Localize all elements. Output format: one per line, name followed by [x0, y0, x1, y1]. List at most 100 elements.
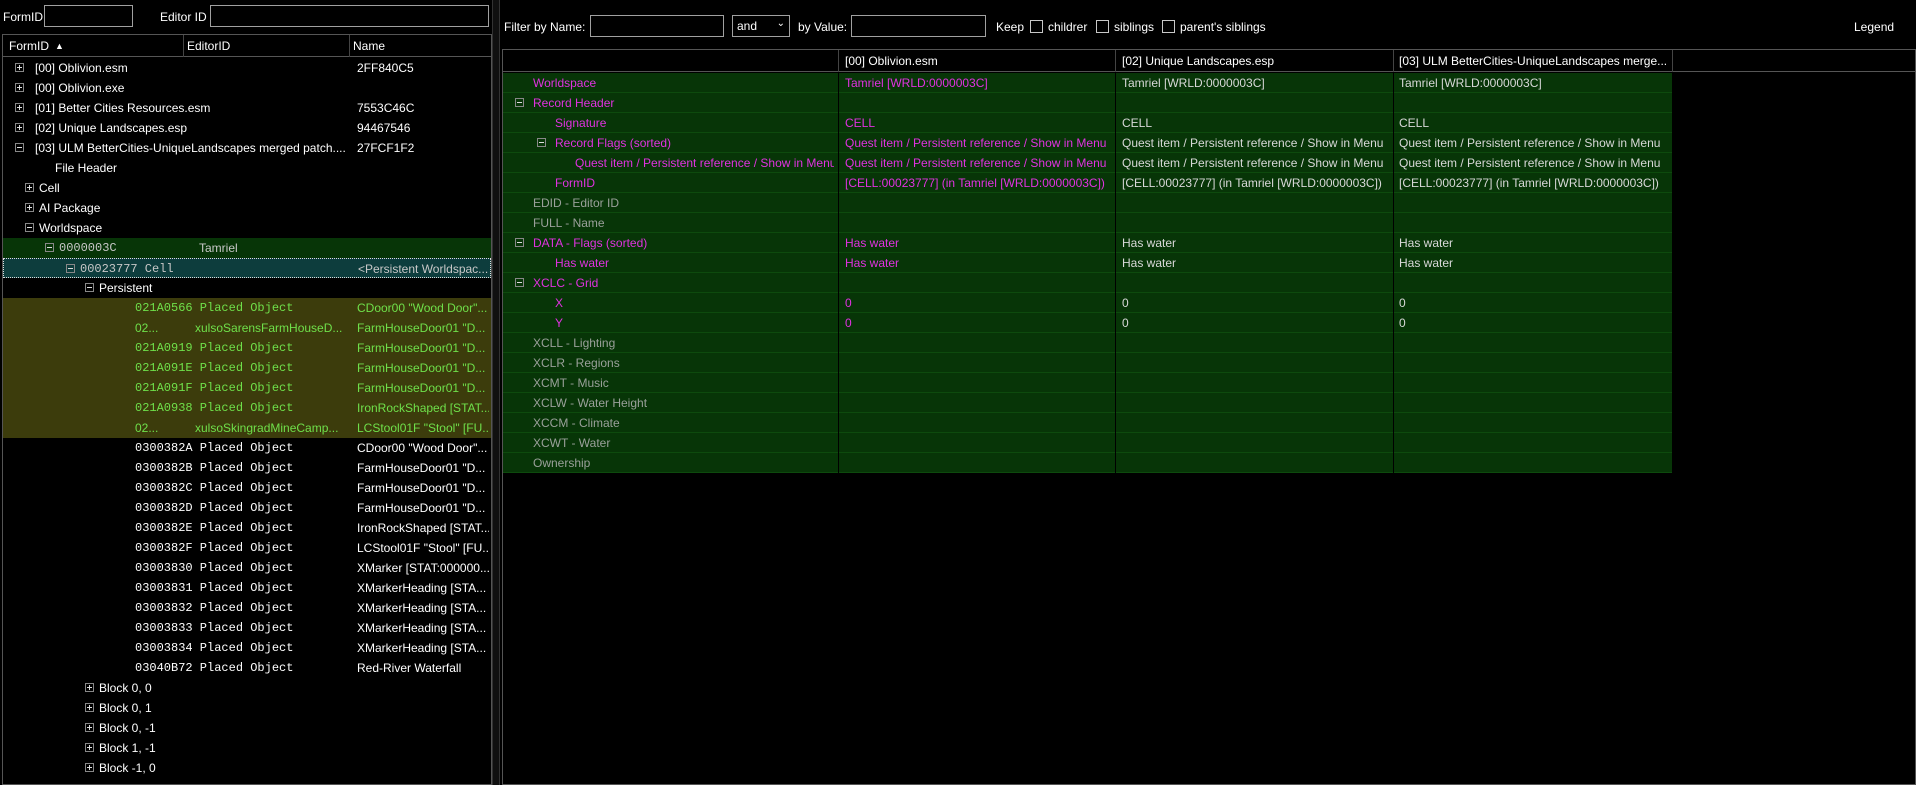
- expand-icon[interactable]: [25, 183, 34, 192]
- grid-row[interactable]: Has water Has water Has water Has water: [503, 253, 1673, 273]
- tree-row[interactable]: 03003830 Placed Object XMarker [STAT:0000…: [3, 558, 491, 578]
- tree-row[interactable]: AI Package: [3, 198, 491, 218]
- tree-row[interactable]: 021A091E Placed Object FarmHouseDoor01 "D…: [3, 358, 491, 378]
- column-unique-landscapes[interactable]: [02] Unique Landscapes.esp: [1122, 54, 1342, 68]
- keep-children-checkbox[interactable]: [1030, 20, 1043, 33]
- column-name[interactable]: Name: [353, 39, 385, 53]
- grid-row[interactable]: Record Header: [503, 93, 1673, 113]
- grid-row[interactable]: FULL - Name: [503, 213, 1673, 233]
- tree-row[interactable]: 0300382A Placed Object CDoor00 "Wood Door…: [3, 438, 491, 458]
- tree-row-name: Red-River Waterfall: [357, 661, 462, 675]
- grid-cell-v3: Quest item / Persistent reference / Show…: [1399, 156, 1661, 170]
- grid-row[interactable]: XCLL - Lighting: [503, 333, 1673, 353]
- collapse-icon[interactable]: [515, 278, 524, 287]
- keep-siblings-checkbox[interactable]: [1096, 20, 1109, 33]
- tree-row[interactable]: 0300382C Placed Object FarmHouseDoor01 "D…: [3, 478, 491, 498]
- grid-row[interactable]: Signature CELL CELL CELL: [503, 113, 1673, 133]
- expand-icon[interactable]: [85, 703, 94, 712]
- collapse-icon[interactable]: [537, 138, 546, 147]
- tree-row[interactable]: File Header: [3, 158, 491, 178]
- collapse-icon[interactable]: [15, 143, 24, 152]
- column-formid[interactable]: FormID: [9, 39, 49, 53]
- grid-row[interactable]: Y 0 0 0: [503, 313, 1673, 333]
- tree-row[interactable]: 0300382B Placed Object FarmHouseDoor01 "D…: [3, 458, 491, 478]
- tree-row[interactable]: 0300382D Placed Object FarmHouseDoor01 "D…: [3, 498, 491, 518]
- tree-row[interactable]: Block 1, -1: [3, 738, 491, 758]
- tree-row[interactable]: Cell: [3, 178, 491, 198]
- tree-row[interactable]: Persistent: [3, 278, 491, 298]
- collapse-icon[interactable]: [515, 98, 524, 107]
- collapse-icon[interactable]: [45, 243, 54, 252]
- grid-row[interactable]: EDID - Editor ID: [503, 193, 1673, 213]
- tree-row[interactable]: 03003834 Placed Object XMarkerHeading [ST…: [3, 638, 491, 658]
- tree-row[interactable]: [01] Better Cities Resources.esm 7553C46C: [3, 98, 491, 118]
- grid-row[interactable]: XCWT - Water: [503, 433, 1673, 453]
- tree-row[interactable]: 0000003C Tamriel: [3, 238, 491, 258]
- collapse-icon[interactable]: [25, 223, 34, 232]
- grid-row[interactable]: XCMT - Music: [503, 373, 1673, 393]
- tree-row[interactable]: 02... xulsoSarensFarmHouseD... FarmHouseDo…: [3, 318, 491, 338]
- panel-splitter[interactable]: [492, 0, 500, 785]
- operator-select[interactable]: and ⌄: [732, 15, 790, 37]
- tree-row[interactable]: [02] Unique Landscapes.esp 94467546: [3, 118, 491, 138]
- expand-icon[interactable]: [25, 203, 34, 212]
- record-compare-grid[interactable]: [00] Oblivion.esm [02] Unique Landscapes…: [502, 49, 1916, 785]
- grid-row[interactable]: Worldspace Tamriel [WRLD:0000003C] Tamriel…: [503, 73, 1673, 93]
- grid-row[interactable]: Ownership: [503, 453, 1673, 473]
- tree-row[interactable]: 03040B72 Placed Object Red-River Waterfal…: [3, 658, 491, 678]
- grid-row[interactable]: FormID [CELL:00023777] (in Tamriel [WRLD:…: [503, 173, 1673, 193]
- tree-row[interactable]: 03003832 Placed Object XMarkerHeading [ST…: [3, 598, 491, 618]
- keep-children-label[interactable]: childrer: [1048, 20, 1087, 34]
- expand-icon[interactable]: [85, 743, 94, 752]
- column-ulm-merged-patch[interactable]: [03] ULM BetterCities-UniqueLandscapes m…: [1399, 54, 1671, 68]
- keep-siblings-label[interactable]: siblings: [1114, 20, 1154, 34]
- tree-row[interactable]: Block -1, 0: [3, 758, 491, 778]
- tree-row[interactable]: [00] Oblivion.exe: [3, 78, 491, 98]
- tree-row[interactable]: Block 0, 0: [3, 678, 491, 698]
- filter-by-name-input[interactable]: [590, 15, 724, 37]
- expand-icon[interactable]: [85, 763, 94, 772]
- tree-row[interactable]: [03] ULM BetterCities-UniqueLandscapes m…: [3, 138, 491, 158]
- grid-row[interactable]: DATA - Flags (sorted) Has water Has water H…: [503, 233, 1673, 253]
- tree-row[interactable]: 0300382E Placed Object IronRockShaped [ST…: [3, 518, 491, 538]
- formid-input[interactable]: [44, 5, 133, 27]
- tree-row[interactable]: Block 0, -1: [3, 718, 491, 738]
- grid-row[interactable]: XCCM - Climate: [503, 413, 1673, 433]
- record-tree[interactable]: FormID ▲ EditorID Name [00] Oblivion.esm…: [2, 34, 492, 785]
- grid-row[interactable]: Record Flags (sorted) Quest item / Persis…: [503, 133, 1673, 153]
- tree-row[interactable]: [00] Oblivion.esm 2FF840C5: [3, 58, 491, 78]
- tree-row[interactable]: 021A091F Placed Object FarmHouseDoor01 "D…: [3, 378, 491, 398]
- expand-icon[interactable]: [15, 83, 24, 92]
- tree-row[interactable]: 03003833 Placed Object XMarkerHeading [ST…: [3, 618, 491, 638]
- tree-row[interactable]: 021A0566 Placed Object CDoor00 "Wood Door…: [3, 298, 491, 318]
- grid-row[interactable]: Quest item / Persistent reference / Show…: [503, 153, 1673, 173]
- tree-row[interactable]: 021A0919 Placed Object FarmHouseDoor01 "D…: [3, 338, 491, 358]
- tree-row[interactable]: 021A0938 Placed Object IronRockShaped [ST…: [3, 398, 491, 418]
- collapse-icon[interactable]: [515, 238, 524, 247]
- tree-row[interactable]: Worldspace: [3, 218, 491, 238]
- collapse-icon[interactable]: [85, 283, 94, 292]
- expand-icon[interactable]: [85, 683, 94, 692]
- tree-row[interactable]: 00023777 Cell <Persistent Worldspac...: [3, 258, 491, 278]
- grid-row[interactable]: XCLC - Grid: [503, 273, 1673, 293]
- expand-icon[interactable]: [15, 123, 24, 132]
- legend-button[interactable]: Legend: [1854, 20, 1894, 34]
- column-oblivion-esm[interactable]: [00] Oblivion.esm: [845, 54, 1065, 68]
- expand-icon[interactable]: [15, 63, 24, 72]
- grid-cell-v1: Quest item / Persistent reference / Show…: [845, 156, 1107, 170]
- tree-row[interactable]: Block 0, 1: [3, 698, 491, 718]
- editorid-input[interactable]: [210, 5, 489, 27]
- collapse-icon[interactable]: [66, 264, 75, 273]
- grid-row[interactable]: X 0 0 0: [503, 293, 1673, 313]
- by-value-input[interactable]: [851, 15, 986, 37]
- grid-row[interactable]: XCLW - Water Height: [503, 393, 1673, 413]
- column-editorid[interactable]: EditorID: [187, 39, 230, 53]
- expand-icon[interactable]: [85, 723, 94, 732]
- keep-parents-siblings-label[interactable]: parent's siblings: [1180, 20, 1266, 34]
- grid-row[interactable]: XCLR - Regions: [503, 353, 1673, 373]
- tree-row[interactable]: 0300382F Placed Object LCStool01F "Stool"…: [3, 538, 491, 558]
- expand-icon[interactable]: [15, 103, 24, 112]
- tree-row[interactable]: 02... xulsoSkingradMineCamp... LCStool01F …: [3, 418, 491, 438]
- keep-parents-siblings-checkbox[interactable]: [1162, 20, 1175, 33]
- tree-row[interactable]: 03003831 Placed Object XMarkerHeading [ST…: [3, 578, 491, 598]
